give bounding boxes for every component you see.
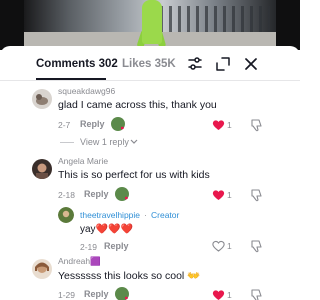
creator-liked-icon bbox=[115, 287, 129, 300]
dislike-icon[interactable] bbox=[250, 119, 262, 132]
avatar[interactable] bbox=[32, 159, 52, 179]
heart-icon[interactable] bbox=[212, 189, 225, 201]
chevron-down-icon bbox=[130, 139, 138, 144]
creator-liked-icon bbox=[111, 117, 125, 131]
comment-time: 2-7 bbox=[58, 120, 71, 130]
reply-button[interactable]: Reply bbox=[84, 289, 109, 299]
comment-time: 2-18 bbox=[58, 190, 76, 200]
tab-likes[interactable]: Likes 35K bbox=[122, 58, 176, 70]
tab-comments[interactable]: Comments 302 bbox=[36, 58, 118, 70]
video-preview[interactable] bbox=[0, 0, 300, 50]
reply-text: yay❤️❤️❤️ bbox=[80, 224, 133, 235]
expand-icon[interactable] bbox=[214, 55, 232, 73]
view-replies-button[interactable]: View 1 reply bbox=[80, 137, 129, 147]
video-person bbox=[142, 0, 162, 44]
avatar[interactable] bbox=[58, 207, 74, 223]
reply-button[interactable]: Reply bbox=[84, 189, 109, 199]
dislike-icon[interactable] bbox=[250, 240, 262, 253]
reply-username[interactable]: theetravelhippie bbox=[80, 210, 140, 220]
like-count: 1 bbox=[227, 120, 232, 130]
comment-username[interactable]: squeakdawg96 bbox=[58, 86, 115, 96]
avatar[interactable] bbox=[32, 259, 52, 279]
video-railing bbox=[160, 6, 270, 32]
heart-icon[interactable] bbox=[212, 289, 225, 300]
comment-username[interactable]: Andreah🟪 bbox=[58, 256, 101, 267]
like-count: 1 bbox=[227, 190, 232, 200]
comment-text: glad I came across this, thank you bbox=[58, 99, 217, 111]
dislike-icon[interactable] bbox=[250, 289, 262, 300]
comments-header: Comments 302 Likes 35K bbox=[0, 46, 300, 82]
like-count: 1 bbox=[227, 241, 232, 251]
header-divider bbox=[0, 80, 300, 81]
heart-icon[interactable] bbox=[212, 119, 225, 131]
reply-time: 2-19 bbox=[80, 242, 98, 252]
avatar[interactable] bbox=[32, 89, 52, 109]
like-count: 1 bbox=[227, 290, 232, 300]
separator-dot: · bbox=[144, 210, 147, 220]
comment-text: This is so perfect for us with kids bbox=[58, 169, 210, 181]
comment-username[interactable]: Angela Marie bbox=[58, 156, 108, 166]
view-replies-line bbox=[60, 142, 74, 143]
reply-button[interactable]: Reply bbox=[104, 241, 129, 251]
heart-outline-icon[interactable] bbox=[212, 240, 225, 252]
filter-icon[interactable] bbox=[186, 55, 204, 73]
close-icon[interactable] bbox=[242, 55, 260, 73]
creator-label: Creator bbox=[151, 210, 180, 220]
reply-button[interactable]: Reply bbox=[80, 119, 105, 129]
creator-liked-icon bbox=[115, 187, 129, 201]
comment-time: 1-29 bbox=[58, 290, 76, 300]
comment-text: Yessssss this looks so cool 👐 bbox=[58, 270, 201, 282]
dislike-icon[interactable] bbox=[250, 189, 262, 202]
comments-sheet: Comments 302 Likes 35K squeakdawg96 glad… bbox=[0, 46, 300, 300]
